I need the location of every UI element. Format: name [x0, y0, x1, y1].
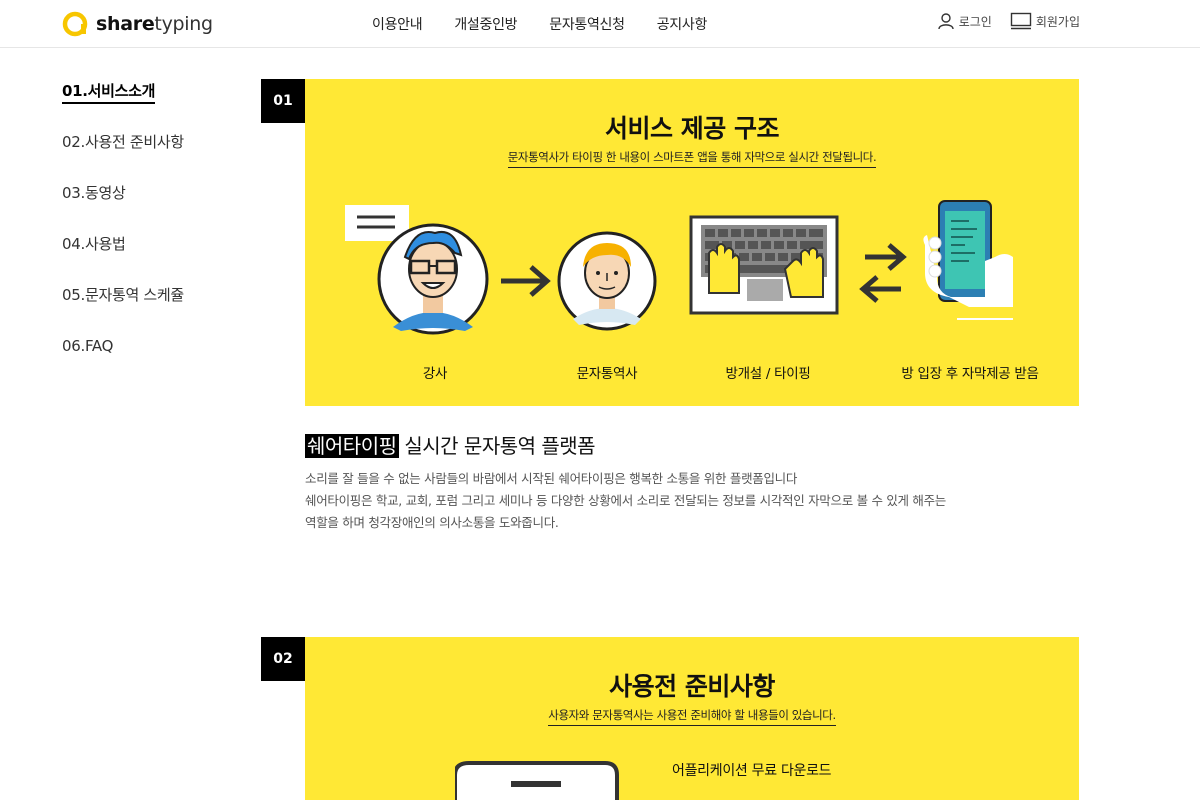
sidebar-item-label: 05.문자통역 스케쥴 [62, 286, 184, 304]
panel-title: 사용전 준비사항 [609, 672, 775, 701]
nav-interpretation-request[interactable]: 문자통역신청 [549, 14, 625, 34]
login-label: 로그인 [958, 14, 992, 29]
app-download-title: 어플리케이션 무료 다운로드 [672, 763, 832, 779]
description-line: 소리를 잘 들을 수 없는 사람들의 바람에서 시작된 쉐어타이핑은 행복한 소… [305, 471, 798, 486]
step-label-subtitle-receive: 방 입장 후 자막제공 받음 [901, 366, 1039, 382]
monitor-icon [1010, 12, 1032, 30]
login-link[interactable]: 로그인 [937, 12, 992, 30]
service-structure-panel: 서비스 제공 구조 문자통역사가 타이핑 한 내용이 스마트폰 앱을 통해 자막… [305, 79, 1079, 406]
description-line: 역할을 하며 청각장애인의 의사소통을 도와줍니다. [305, 515, 559, 530]
interpreter-icon [557, 231, 657, 331]
sidebar-item-service-intro[interactable]: 01.서비스소개 [62, 80, 242, 131]
nav-notice[interactable]: 공지사항 [657, 14, 708, 34]
sidebar-item-label: 01.서비스소개 [62, 82, 155, 104]
sidebar-item-faq[interactable]: 06.FAQ [62, 335, 242, 386]
brand-highlight: 쉐어타이핑 [305, 434, 399, 458]
person-icon [938, 13, 954, 30]
sidebar-item-label: 06.FAQ [62, 337, 114, 355]
site-header: sharetyping 이용안내 개설중인방 문자통역신청 공지사항 로그인 회… [0, 0, 1200, 48]
panel-subtitle-text: 사용자와 문자통역사는 사용전 준비해야 할 내용들이 있습니다. [548, 708, 836, 726]
platform-heading: 쉐어타이핑 실시간 문자통역 플랫폼 [305, 430, 596, 459]
platform-heading-rest: 실시간 문자통역 플랫폼 [398, 434, 596, 458]
nav-open-rooms[interactable]: 개설중인방 [454, 14, 517, 34]
signup-label: 회원가입 [1035, 14, 1080, 29]
description-line: 쉐어타이핑은 학교, 교회, 포럼 그리고 세미나 등 다양한 상황에서 소리로… [305, 493, 946, 508]
section-number: 02 [261, 637, 305, 681]
platform-description: 소리를 잘 들을 수 없는 사람들의 바람에서 시작된 쉐어타이핑은 행복한 소… [305, 468, 1065, 534]
lecturer-icon [377, 223, 489, 335]
nav-guide[interactable]: 이용안내 [372, 14, 423, 34]
main-nav: 이용안내 개설중인방 문자통역신청 공지사항 [372, 14, 739, 34]
logo-text-typing: typing [154, 13, 213, 35]
step-label-lecturer: 강사 [422, 366, 448, 382]
sidebar: 01.서비스소개 02.사용전 준비사항 03.동영상 04.사용법 05.문자… [62, 80, 242, 386]
exchange-arrows-icon [859, 243, 907, 303]
section-number: 01 [261, 79, 305, 123]
arrow-right-icon [501, 265, 551, 297]
sidebar-item-preparation[interactable]: 02.사용전 준비사항 [62, 131, 242, 182]
sidebar-item-label: 04.사용법 [62, 235, 126, 253]
logo-text-share: share [96, 13, 155, 35]
tablet-icon [455, 761, 619, 800]
laptop-keyboard-icon [689, 215, 839, 315]
panel-subtitle-text: 문자통역사가 타이핑 한 내용이 스마트폰 앱을 통해 자막으로 실시간 전달됩… [507, 150, 877, 168]
user-utility: 로그인 회원가입 [919, 12, 1080, 30]
step-label-interpreter: 문자통역사 [576, 366, 638, 382]
sidebar-item-label: 03.동영상 [62, 184, 126, 202]
sidebar-item-video[interactable]: 03.동영상 [62, 182, 242, 233]
panel-subtitle: 사용자와 문자통역사는 사용전 준비해야 할 내용들이 있습니다. [305, 707, 1079, 726]
sidebar-item-schedule[interactable]: 05.문자통역 스케쥴 [62, 284, 242, 335]
panel-title: 서비스 제공 구조 [605, 114, 779, 143]
logo-mark-icon [62, 11, 88, 37]
sidebar-item-label: 02.사용전 준비사항 [62, 133, 184, 151]
logo-text: sharetyping [96, 13, 213, 35]
smartphone-icon [923, 200, 1013, 320]
step-label-typing: 방개설 / 타이핑 [725, 366, 811, 382]
sidebar-item-usage[interactable]: 04.사용법 [62, 233, 242, 284]
signup-link[interactable]: 회원가입 [1010, 12, 1080, 30]
logo[interactable]: sharetyping [62, 10, 213, 38]
panel-subtitle: 문자통역사가 타이핑 한 내용이 스마트폰 앱을 통해 자막으로 실시간 전달됩… [305, 149, 1079, 168]
